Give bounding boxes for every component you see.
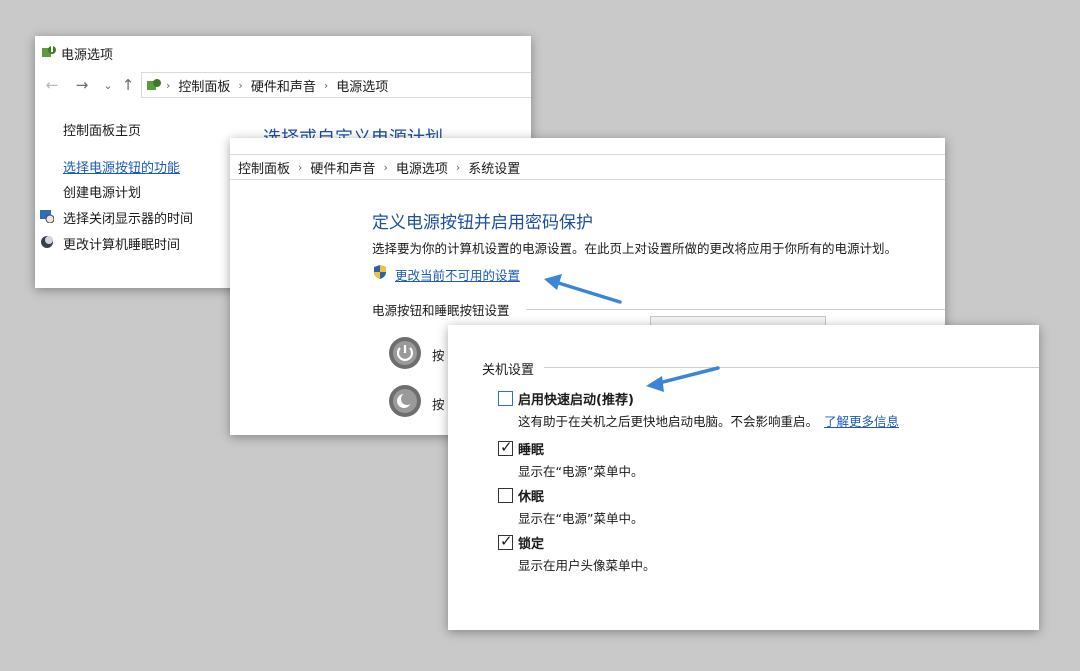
hibernate-label[interactable]: 休眠 bbox=[518, 486, 544, 505]
breadcrumb-separator-icon: › bbox=[323, 78, 329, 92]
lock-checkbox[interactable]: ✓ bbox=[498, 532, 513, 550]
breadcrumb-control-panel[interactable]: 控制面板 bbox=[232, 158, 296, 177]
page-description: 选择要为你的计算机设置的电源设置。在此页上对设置所做的更改将应用于你所有的电源计… bbox=[372, 241, 898, 256]
sleep-description: 显示在“电源”菜单中。 bbox=[518, 464, 644, 479]
fast-startup-checkbox[interactable] bbox=[498, 391, 513, 406]
section-divider bbox=[526, 309, 945, 310]
change-unavailable-settings-link[interactable]: 更改当前不可用的设置 bbox=[395, 265, 520, 284]
up-arrow-icon[interactable]: ↑ bbox=[119, 76, 137, 94]
checkmark-icon: ✓ bbox=[500, 438, 513, 456]
section-title: 电源按钮和睡眠按钮设置 bbox=[372, 303, 510, 318]
sleep-button-icon bbox=[389, 385, 421, 417]
learn-more-link[interactable]: 了解更多信息 bbox=[824, 414, 899, 429]
page-heading: 定义电源按钮并启用密码保护 bbox=[372, 213, 593, 233]
control-panel-icon bbox=[147, 79, 161, 90]
forward-arrow-icon[interactable]: → bbox=[73, 76, 91, 94]
breadcrumb-separator-icon: › bbox=[455, 160, 461, 174]
back-arrow-icon[interactable]: ← bbox=[43, 76, 61, 94]
power-options-icon bbox=[42, 46, 56, 57]
navigation-bar: ← → ⌄ ↑ › 控制面板 › 硬件和声音 › 电源选项 bbox=[35, 72, 531, 100]
fast-startup-description: 这有助于在关机之后更快地启动电脑。不会影响重启。 了解更多信息 bbox=[518, 411, 899, 430]
sidebar-item-sleep-time[interactable]: 更改计算机睡眠时间 bbox=[63, 234, 180, 253]
breadcrumb-separator-icon: › bbox=[383, 160, 388, 174]
breadcrumb-control-panel[interactable]: 控制面板 bbox=[172, 76, 236, 95]
breadcrumb-power-options[interactable]: 电源选项 bbox=[330, 76, 394, 95]
sleep-label[interactable]: 睡眠 bbox=[518, 439, 544, 458]
fast-startup-desc-text: 这有助于在关机之后更快地启动电脑。不会影响重启。 bbox=[518, 414, 819, 429]
breadcrumb-system-settings[interactable]: 系统设置 bbox=[462, 158, 526, 177]
sidebar-item-home[interactable]: 控制面板主页 bbox=[63, 120, 141, 139]
power-button-row-label: 按 bbox=[432, 348, 445, 363]
breadcrumb-separator-icon: › bbox=[238, 78, 243, 92]
fast-startup-label[interactable]: 启用快速启动(推荐) bbox=[518, 389, 634, 408]
window-title: 电源选项 bbox=[61, 48, 114, 63]
sidebar-item-create-plan[interactable]: 创建电源计划 bbox=[63, 182, 141, 201]
hibernate-description: 显示在“电源”菜单中。 bbox=[518, 511, 644, 526]
shutdown-settings-panel: 关机设置 启用快速启动(推荐) 这有助于在关机之后更快地启动电脑。不会影响重启。… bbox=[448, 325, 1039, 630]
breadcrumb-separator-icon: › bbox=[166, 78, 171, 92]
address-bar[interactable]: › 控制面板 › 硬件和声音 › 电源选项 bbox=[141, 72, 531, 98]
sleep-button-row-label: 按 bbox=[432, 397, 445, 412]
uac-shield-icon bbox=[374, 265, 386, 279]
lock-description: 显示在用户头像菜单中。 bbox=[518, 558, 656, 573]
hibernate-checkbox[interactable] bbox=[498, 488, 513, 503]
moon-icon bbox=[41, 236, 53, 248]
breadcrumb-hardware-sound[interactable]: 硬件和声音 bbox=[245, 76, 322, 95]
title-bar: 电源选项 bbox=[35, 36, 531, 68]
sleep-checkbox[interactable]: ✓ bbox=[498, 438, 513, 456]
breadcrumb-separator-icon: › bbox=[298, 160, 303, 174]
display-clock-icon bbox=[40, 210, 54, 223]
sidebar-item-power-button[interactable]: 选择电源按钮的功能 bbox=[63, 157, 180, 176]
breadcrumb-hardware-sound[interactable]: 硬件和声音 bbox=[304, 158, 381, 177]
lock-label[interactable]: 锁定 bbox=[518, 533, 544, 552]
section-divider bbox=[544, 367, 1039, 368]
checkmark-icon: ✓ bbox=[500, 532, 513, 550]
address-bar[interactable]: 控制面板 › 硬件和声音 › 电源选项 › 系统设置 bbox=[230, 154, 945, 180]
sidebar-item-display-off[interactable]: 选择关闭显示器的时间 bbox=[63, 208, 193, 227]
chevron-down-icon[interactable]: ⌄ bbox=[99, 79, 117, 92]
power-button-icon bbox=[389, 337, 421, 369]
breadcrumb-power-options[interactable]: 电源选项 bbox=[390, 158, 454, 177]
shutdown-settings-title: 关机设置 bbox=[482, 363, 535, 378]
